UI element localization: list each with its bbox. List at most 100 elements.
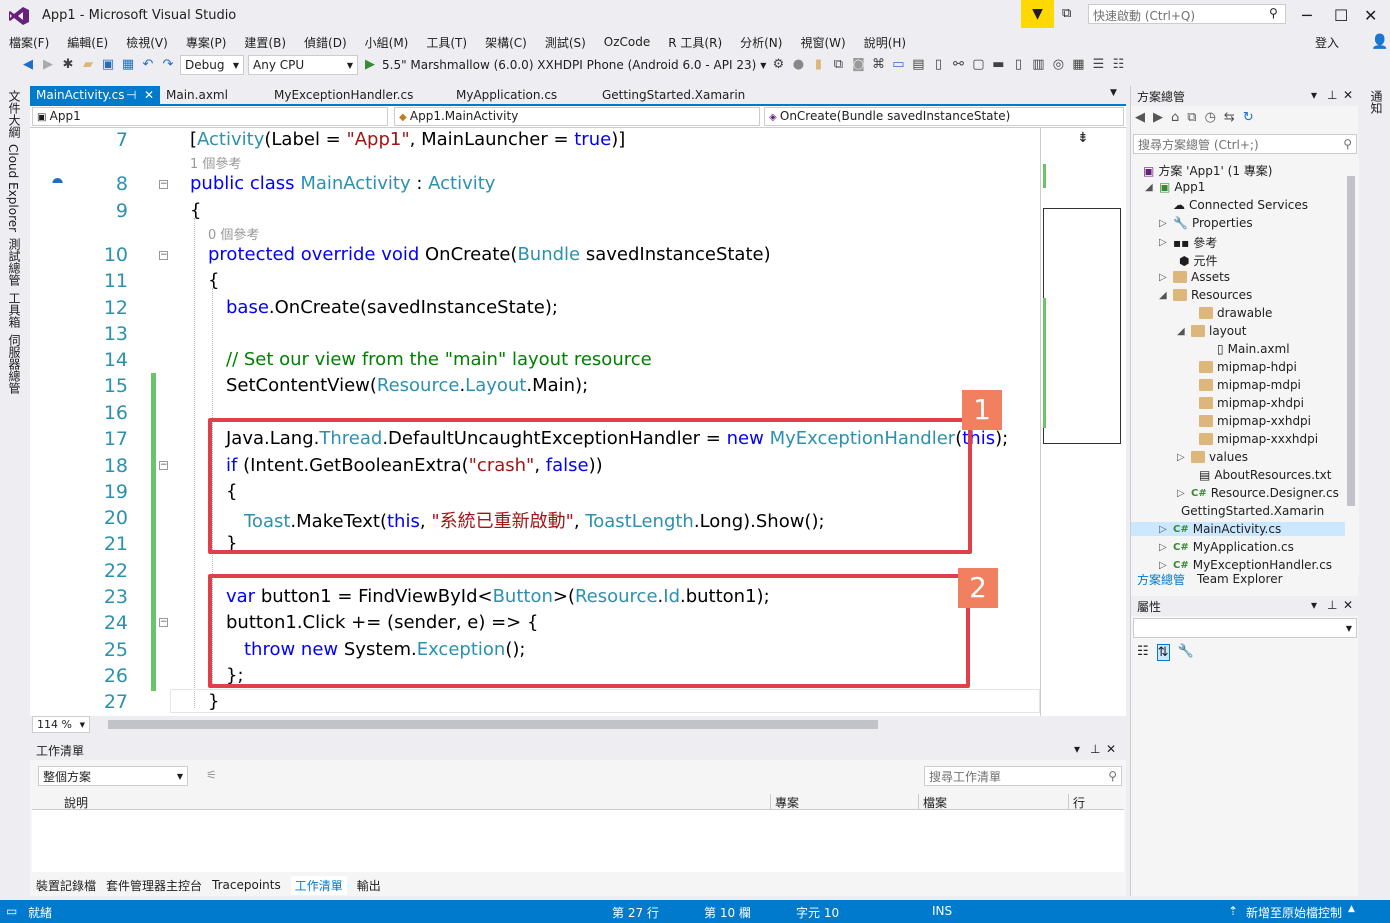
filter-icon[interactable]: ⚟ xyxy=(206,768,217,782)
task-search-input[interactable]: 搜尋工作清單 ⚲ xyxy=(924,766,1122,786)
tool-icon[interactable]: ⚙ xyxy=(770,57,786,73)
tree-connected-services[interactable]: ☁ Connected Services xyxy=(1173,198,1308,212)
tab-output[interactable]: 輸出 xyxy=(357,877,381,894)
home-icon[interactable]: ⌂ xyxy=(1171,110,1179,125)
scroll-thumb[interactable] xyxy=(108,720,878,729)
run-target-button[interactable]: 5.5" Marshmallow (6.0.0) XXHDPI Phone (A… xyxy=(382,58,756,72)
undo-icon[interactable]: ↶ xyxy=(140,57,156,73)
chevron-down-icon[interactable]: ▾ xyxy=(1311,598,1317,612)
tree-gettingstarted[interactable]: GettingStarted.Xamarin xyxy=(1181,504,1324,518)
sign-in-link[interactable]: 登入 xyxy=(1306,34,1348,51)
tab-tracepoints[interactable]: Tracepoints xyxy=(212,878,281,892)
close-icon[interactable]: ✕ xyxy=(144,88,154,102)
forward-icon[interactable]: ▶ xyxy=(40,57,56,73)
tab-myapplication[interactable]: MyApplication.cs xyxy=(450,86,563,106)
column-line[interactable]: 行 xyxy=(1068,794,1085,811)
notification-flag-button[interactable]: ▼ xyxy=(1021,0,1054,28)
pin-icon[interactable]: ⊣ xyxy=(126,88,136,102)
scrollbar-minimap[interactable]: ⇟ xyxy=(1040,128,1126,716)
uncomment-icon[interactable]: ☷ xyxy=(1110,57,1126,73)
tab-package-manager-console[interactable]: 套件管理器主控台 xyxy=(106,877,202,894)
tree-scrollbar[interactable] xyxy=(1347,176,1355,506)
close-button[interactable]: ✕ xyxy=(1364,6,1377,25)
property-pages-icon[interactable]: 🔧 xyxy=(1178,644,1194,661)
tab-team-explorer[interactable]: Team Explorer xyxy=(1197,572,1283,586)
tree-assets[interactable]: ▷ Assets xyxy=(1159,270,1230,284)
tree-solution[interactable]: ▣ 方案 'App1' (1 專案) xyxy=(1143,162,1272,179)
tab-mainactivity[interactable]: MainActivity.cs ⊣ ✕ xyxy=(30,86,160,106)
switch-views-icon[interactable]: ⧉ xyxy=(1187,110,1196,125)
close-icon[interactable]: ✕ xyxy=(1343,88,1353,102)
tree-project-app1[interactable]: ◢ ▣ App1 xyxy=(1145,180,1205,194)
tree-drawable[interactable]: drawable xyxy=(1199,306,1272,320)
tree-mipmap-xxxhdpi[interactable]: mipmap-xxxhdpi xyxy=(1199,432,1318,446)
pin-icon[interactable]: ⊥ xyxy=(1327,88,1337,102)
tree-main-axml[interactable]: ▯ Main.axml xyxy=(1217,342,1290,356)
solution-search-input[interactable]: 搜尋方案總管 (Ctrl+;) ⚲ xyxy=(1133,134,1357,154)
tree-myapplication[interactable]: ▷ C# MyApplication.cs xyxy=(1159,540,1294,554)
menu-tools[interactable]: 工具(T) xyxy=(417,34,476,51)
tab-task-list[interactable]: 工作清單 xyxy=(290,875,347,895)
tree-references[interactable]: ▷ ▪▪ 參考 xyxy=(1159,234,1217,251)
tab-solution-explorer[interactable]: 方案總管 xyxy=(1137,571,1185,588)
codelens-references[interactable]: 0 個參考 xyxy=(208,224,259,243)
tree-properties[interactable]: ▷ 🔧 Properties xyxy=(1159,216,1253,230)
menu-help[interactable]: 說明(H) xyxy=(855,34,915,51)
minimize-button[interactable]: ─ xyxy=(1302,6,1312,25)
add-to-source-control-button[interactable]: 新增至原始檔控制 xyxy=(1246,904,1342,921)
close-icon[interactable]: ✕ xyxy=(1106,742,1116,756)
sync-icon[interactable]: ⇆ xyxy=(1224,110,1235,125)
menu-analyze[interactable]: 分析(N) xyxy=(731,34,791,51)
maximize-button[interactable]: ☐ xyxy=(1334,6,1348,25)
tab-gettingstarted[interactable]: GettingStarted.Xamarin xyxy=(596,86,751,106)
menu-architecture[interactable]: 架構(C) xyxy=(476,34,536,51)
column-project[interactable]: 專案 xyxy=(770,794,799,811)
tree-mipmap-hdpi[interactable]: mipmap-hdpi xyxy=(1199,360,1297,374)
account-icon[interactable]: 👤 xyxy=(1362,34,1390,50)
project-dropdown[interactable]: ▣ App1 xyxy=(32,107,388,126)
zoom-select[interactable]: 114 % ▼ xyxy=(32,716,90,733)
menu-debug[interactable]: 偵錯(D) xyxy=(295,34,356,51)
window-icon[interactable]: ▢ xyxy=(970,57,986,73)
save-icon[interactable]: ▣ xyxy=(100,57,116,73)
collapse-icon[interactable]: − xyxy=(159,461,168,470)
camera-icon[interactable]: ◙ xyxy=(850,57,866,73)
menu-r-tools[interactable]: R 工具(R) xyxy=(659,34,731,51)
back-icon[interactable]: ◀ xyxy=(20,57,36,73)
platform-select[interactable]: Any CPU ▼ xyxy=(248,55,358,75)
tree-components[interactable]: ⬢ 元件 xyxy=(1179,252,1218,269)
member-dropdown[interactable]: ◈ OnCreate(Bundle savedInstanceState) xyxy=(764,107,1124,126)
codelens-references[interactable]: 1 個參考 xyxy=(190,153,241,172)
chevron-down-icon[interactable]: ▼ xyxy=(760,61,766,70)
history-icon[interactable]: ◷ xyxy=(1205,110,1216,125)
forward-icon[interactable]: ▶ xyxy=(1153,110,1163,125)
target-icon[interactable]: ◎ xyxy=(1050,57,1066,73)
collapse-icon[interactable]: − xyxy=(159,618,168,627)
comment-icon[interactable]: ☰ xyxy=(1090,57,1106,73)
tree-mipmap-xxhdpi[interactable]: mipmap-xxhdpi xyxy=(1199,414,1311,428)
tree-layout[interactable]: ◢ layout xyxy=(1177,324,1246,338)
categorized-icon[interactable]: ☷ xyxy=(1137,644,1149,661)
properties-object-select[interactable]: ▼ xyxy=(1133,618,1357,638)
tab-device-log[interactable]: 裝置記錄檔 xyxy=(36,877,96,894)
menu-view[interactable]: 檢視(V) xyxy=(117,34,177,51)
refresh-icon[interactable]: ↻ xyxy=(1243,110,1254,125)
tree-values[interactable]: ▷ values xyxy=(1177,450,1248,464)
redo-icon[interactable]: ↷ xyxy=(160,57,176,73)
menu-project[interactable]: 專案(P) xyxy=(177,34,236,51)
tab-main-axml[interactable]: Main.axml xyxy=(160,86,234,106)
menu-file[interactable]: 檔案(F) xyxy=(0,34,58,51)
task-scope-select[interactable]: 整個方案 ▼ xyxy=(38,766,188,786)
open-file-icon[interactable]: ▰ xyxy=(80,57,96,73)
new-project-icon[interactable]: ✱ xyxy=(60,57,76,73)
menu-team[interactable]: 小組(M) xyxy=(356,34,418,51)
back-icon[interactable]: ◀ xyxy=(1135,110,1145,125)
menu-build[interactable]: 建置(B) xyxy=(235,34,295,51)
save-all-icon[interactable]: ▦ xyxy=(120,57,136,73)
quick-launch-input[interactable]: 快速啟動 (Ctrl+Q) xyxy=(1088,4,1286,24)
code-editor[interactable]: 7 8 9 10 11 12 13 14 15 16 17 18 19 20 2… xyxy=(30,128,1040,716)
gallery-icon[interactable]: ▥ xyxy=(1030,57,1046,73)
tree-aboutresources[interactable]: ▤ AboutResources.txt xyxy=(1199,468,1331,482)
attach-icon[interactable]: ⌘ xyxy=(870,57,886,73)
menu-test[interactable]: 測試(S) xyxy=(536,34,595,51)
